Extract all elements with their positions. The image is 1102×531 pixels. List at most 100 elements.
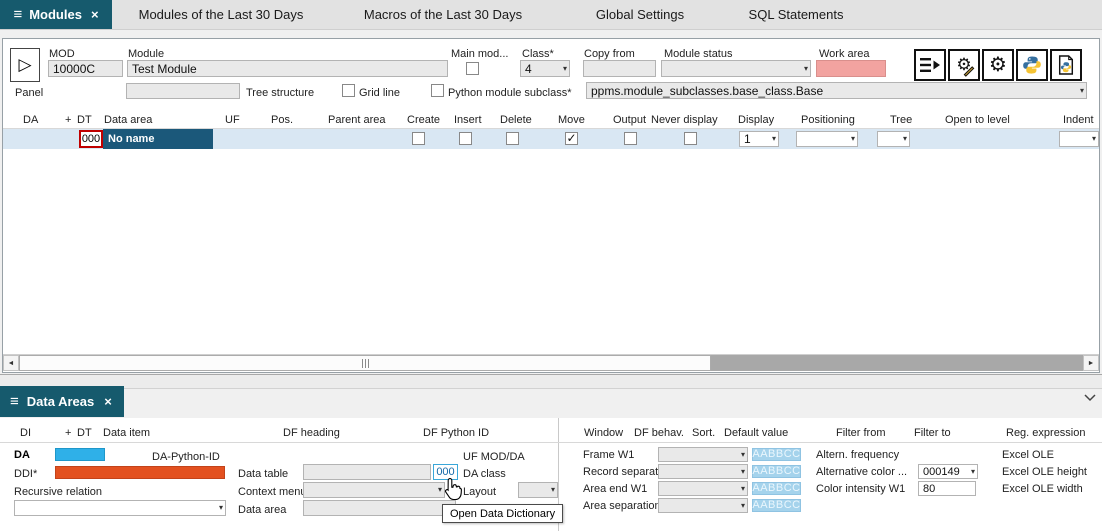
module-name-input[interactable]: Test Module bbox=[127, 60, 448, 77]
scroll-left-button[interactable]: ◄ bbox=[3, 355, 19, 371]
python-icon bbox=[1022, 55, 1042, 75]
move-checkbox[interactable]: ✓ bbox=[565, 132, 578, 145]
output-checkbox[interactable] bbox=[624, 132, 637, 145]
run-module-button[interactable]: ▷ bbox=[10, 48, 40, 82]
mod-input[interactable]: 10000C bbox=[48, 60, 123, 77]
main-module-checkbox[interactable] bbox=[466, 62, 479, 75]
indent-select[interactable]: ▾ bbox=[1059, 131, 1099, 147]
panel-splitter[interactable] bbox=[0, 374, 1102, 389]
dropdown-arrow-icon: ▾ bbox=[438, 486, 442, 494]
add-data-area-button[interactable]: + bbox=[65, 114, 71, 126]
create-checkbox[interactable] bbox=[412, 132, 425, 145]
panel-input[interactable] bbox=[126, 83, 240, 99]
data-area-row[interactable]: 000 No name ✓ 1 ▾ ▾ ▾ bbox=[3, 129, 1099, 149]
close-tab-icon[interactable]: × bbox=[91, 7, 99, 22]
tree-select[interactable]: ▾ bbox=[877, 131, 910, 147]
ddi-color-field[interactable] bbox=[55, 466, 225, 479]
collapse-panel-button[interactable] bbox=[1082, 390, 1098, 404]
col-data-area: Data area bbox=[104, 114, 152, 126]
tab-data-areas[interactable]: ≡ Data Areas × bbox=[0, 386, 124, 417]
altern-frequency-label: Altern. frequency bbox=[816, 449, 899, 461]
col-uf: UF bbox=[225, 114, 240, 126]
tab-modules-label: Modules bbox=[29, 7, 82, 22]
record-separation-w1-select[interactable]: ▾ bbox=[658, 464, 748, 479]
swatch-value: AABBCC bbox=[752, 500, 800, 511]
data-table-input[interactable] bbox=[303, 464, 431, 480]
dropdown-arrow-icon: ▾ bbox=[971, 468, 975, 476]
frame-w1-select[interactable]: ▾ bbox=[658, 447, 748, 462]
never-display-checkbox[interactable] bbox=[684, 132, 697, 145]
da-class-label: DA class bbox=[463, 468, 506, 480]
col-display: Display bbox=[738, 114, 774, 126]
col-pos: Pos. bbox=[271, 114, 293, 126]
grid-line-label: Grid line bbox=[359, 87, 400, 99]
tooltip-open-data-dictionary: Open Data Dictionary bbox=[442, 504, 563, 523]
tab-sql-statements[interactable]: SQL Statements bbox=[724, 0, 868, 29]
delete-checkbox[interactable] bbox=[506, 132, 519, 145]
record-separation-color-swatch[interactable]: AABBCC bbox=[752, 465, 801, 478]
gear-icon: ⚙ bbox=[989, 55, 1007, 75]
python-subclass-select[interactable]: ppms.module_subclasses.base_class.Base ▾ bbox=[586, 82, 1087, 99]
data-area-name-cell[interactable]: No name bbox=[103, 129, 213, 149]
module-field-label: Module bbox=[128, 48, 164, 60]
layout-label: Layout bbox=[463, 486, 496, 498]
tab-label: Macros of the Last 30 Days bbox=[364, 7, 522, 22]
da-color-field[interactable] bbox=[55, 448, 105, 461]
col-move: Move bbox=[558, 114, 585, 126]
grid-line-checkbox[interactable] bbox=[342, 84, 355, 97]
add-data-item-button[interactable]: + bbox=[65, 427, 71, 439]
dt-value: 000 bbox=[82, 133, 100, 145]
python-subclass-checkbox[interactable] bbox=[431, 84, 444, 97]
dropdown-arrow-icon: ▾ bbox=[741, 502, 745, 510]
dropdown-arrow-icon: ▾ bbox=[741, 485, 745, 493]
class-select[interactable]: 4 ▾ bbox=[520, 60, 570, 77]
dropdown-arrow-icon: ▾ bbox=[741, 451, 745, 459]
tab-global-settings[interactable]: Global Settings bbox=[556, 0, 724, 29]
dropdown-arrow-icon: ▾ bbox=[804, 65, 808, 73]
area-separation-w1-select[interactable]: ▾ bbox=[658, 498, 748, 513]
insert-checkbox[interactable] bbox=[459, 132, 472, 145]
settings-button[interactable]: ⚙ bbox=[982, 49, 1014, 81]
layout-select[interactable]: ▾ bbox=[518, 482, 558, 498]
swatch-value: AABBCC bbox=[752, 449, 800, 460]
customizer-button[interactable]: ⚙ bbox=[948, 49, 980, 81]
dropdown-arrow-icon: ▾ bbox=[1080, 87, 1084, 95]
data-area-input[interactable] bbox=[303, 500, 456, 516]
scrollbar-track[interactable] bbox=[711, 355, 1083, 371]
area-separation-color-swatch[interactable]: AABBCC bbox=[752, 499, 801, 512]
alternative-color-label: Alternative color ... bbox=[816, 466, 907, 478]
area-end-w1-select[interactable]: ▾ bbox=[658, 481, 748, 496]
python-file-button[interactable] bbox=[1050, 49, 1082, 81]
copy-from-input[interactable] bbox=[583, 60, 656, 77]
tab-macros-last-30-days[interactable]: Macros of the Last 30 Days bbox=[330, 0, 556, 29]
module-status-select[interactable]: ▾ bbox=[661, 60, 811, 77]
menu-icon[interactable]: ≡ bbox=[13, 7, 22, 22]
area-end-color-swatch[interactable]: AABBCC bbox=[752, 482, 801, 495]
data-area-label: Data area bbox=[238, 504, 286, 516]
context-menu-label: Context menu bbox=[238, 486, 306, 498]
scrollbar-thumb[interactable] bbox=[19, 355, 711, 371]
horizontal-scrollbar[interactable]: ◄ ► bbox=[3, 354, 1099, 371]
frame-w1-color-swatch[interactable]: AABBCC bbox=[752, 448, 801, 461]
col-parent-area: Parent area bbox=[328, 114, 385, 126]
run-with-options-button[interactable] bbox=[914, 49, 946, 81]
scroll-right-button[interactable]: ► bbox=[1083, 355, 1099, 371]
display-select[interactable]: 1 ▾ bbox=[739, 131, 779, 147]
module-editor-panel: ▷ MOD Module Main mod... Class* Copy fro… bbox=[2, 38, 1100, 373]
close-tab-icon[interactable]: × bbox=[104, 394, 112, 409]
python-button[interactable] bbox=[1016, 49, 1048, 81]
tab-modules[interactable]: ≡ Modules × bbox=[0, 0, 112, 29]
bcol-reg-expression: Reg. expression bbox=[1006, 427, 1086, 439]
checkmark: ✓ bbox=[566, 131, 576, 145]
positioning-select[interactable]: ▾ bbox=[796, 131, 858, 147]
work-area-field[interactable] bbox=[816, 60, 886, 77]
alternative-color-select[interactable]: 000149 ▾ bbox=[918, 464, 978, 479]
dt-cell-selected[interactable]: 000 bbox=[79, 130, 103, 148]
python-file-icon bbox=[1057, 54, 1075, 76]
tab-modules-last-30-days[interactable]: Modules of the Last 30 Days bbox=[112, 0, 330, 29]
recursive-relation-select[interactable]: ▾ bbox=[14, 500, 226, 516]
color-intensity-input[interactable]: 80 bbox=[918, 481, 976, 496]
context-menu-select[interactable]: ▾ bbox=[303, 482, 445, 498]
module-name-value: Test Module bbox=[132, 62, 197, 76]
menu-icon[interactable]: ≡ bbox=[10, 394, 19, 409]
